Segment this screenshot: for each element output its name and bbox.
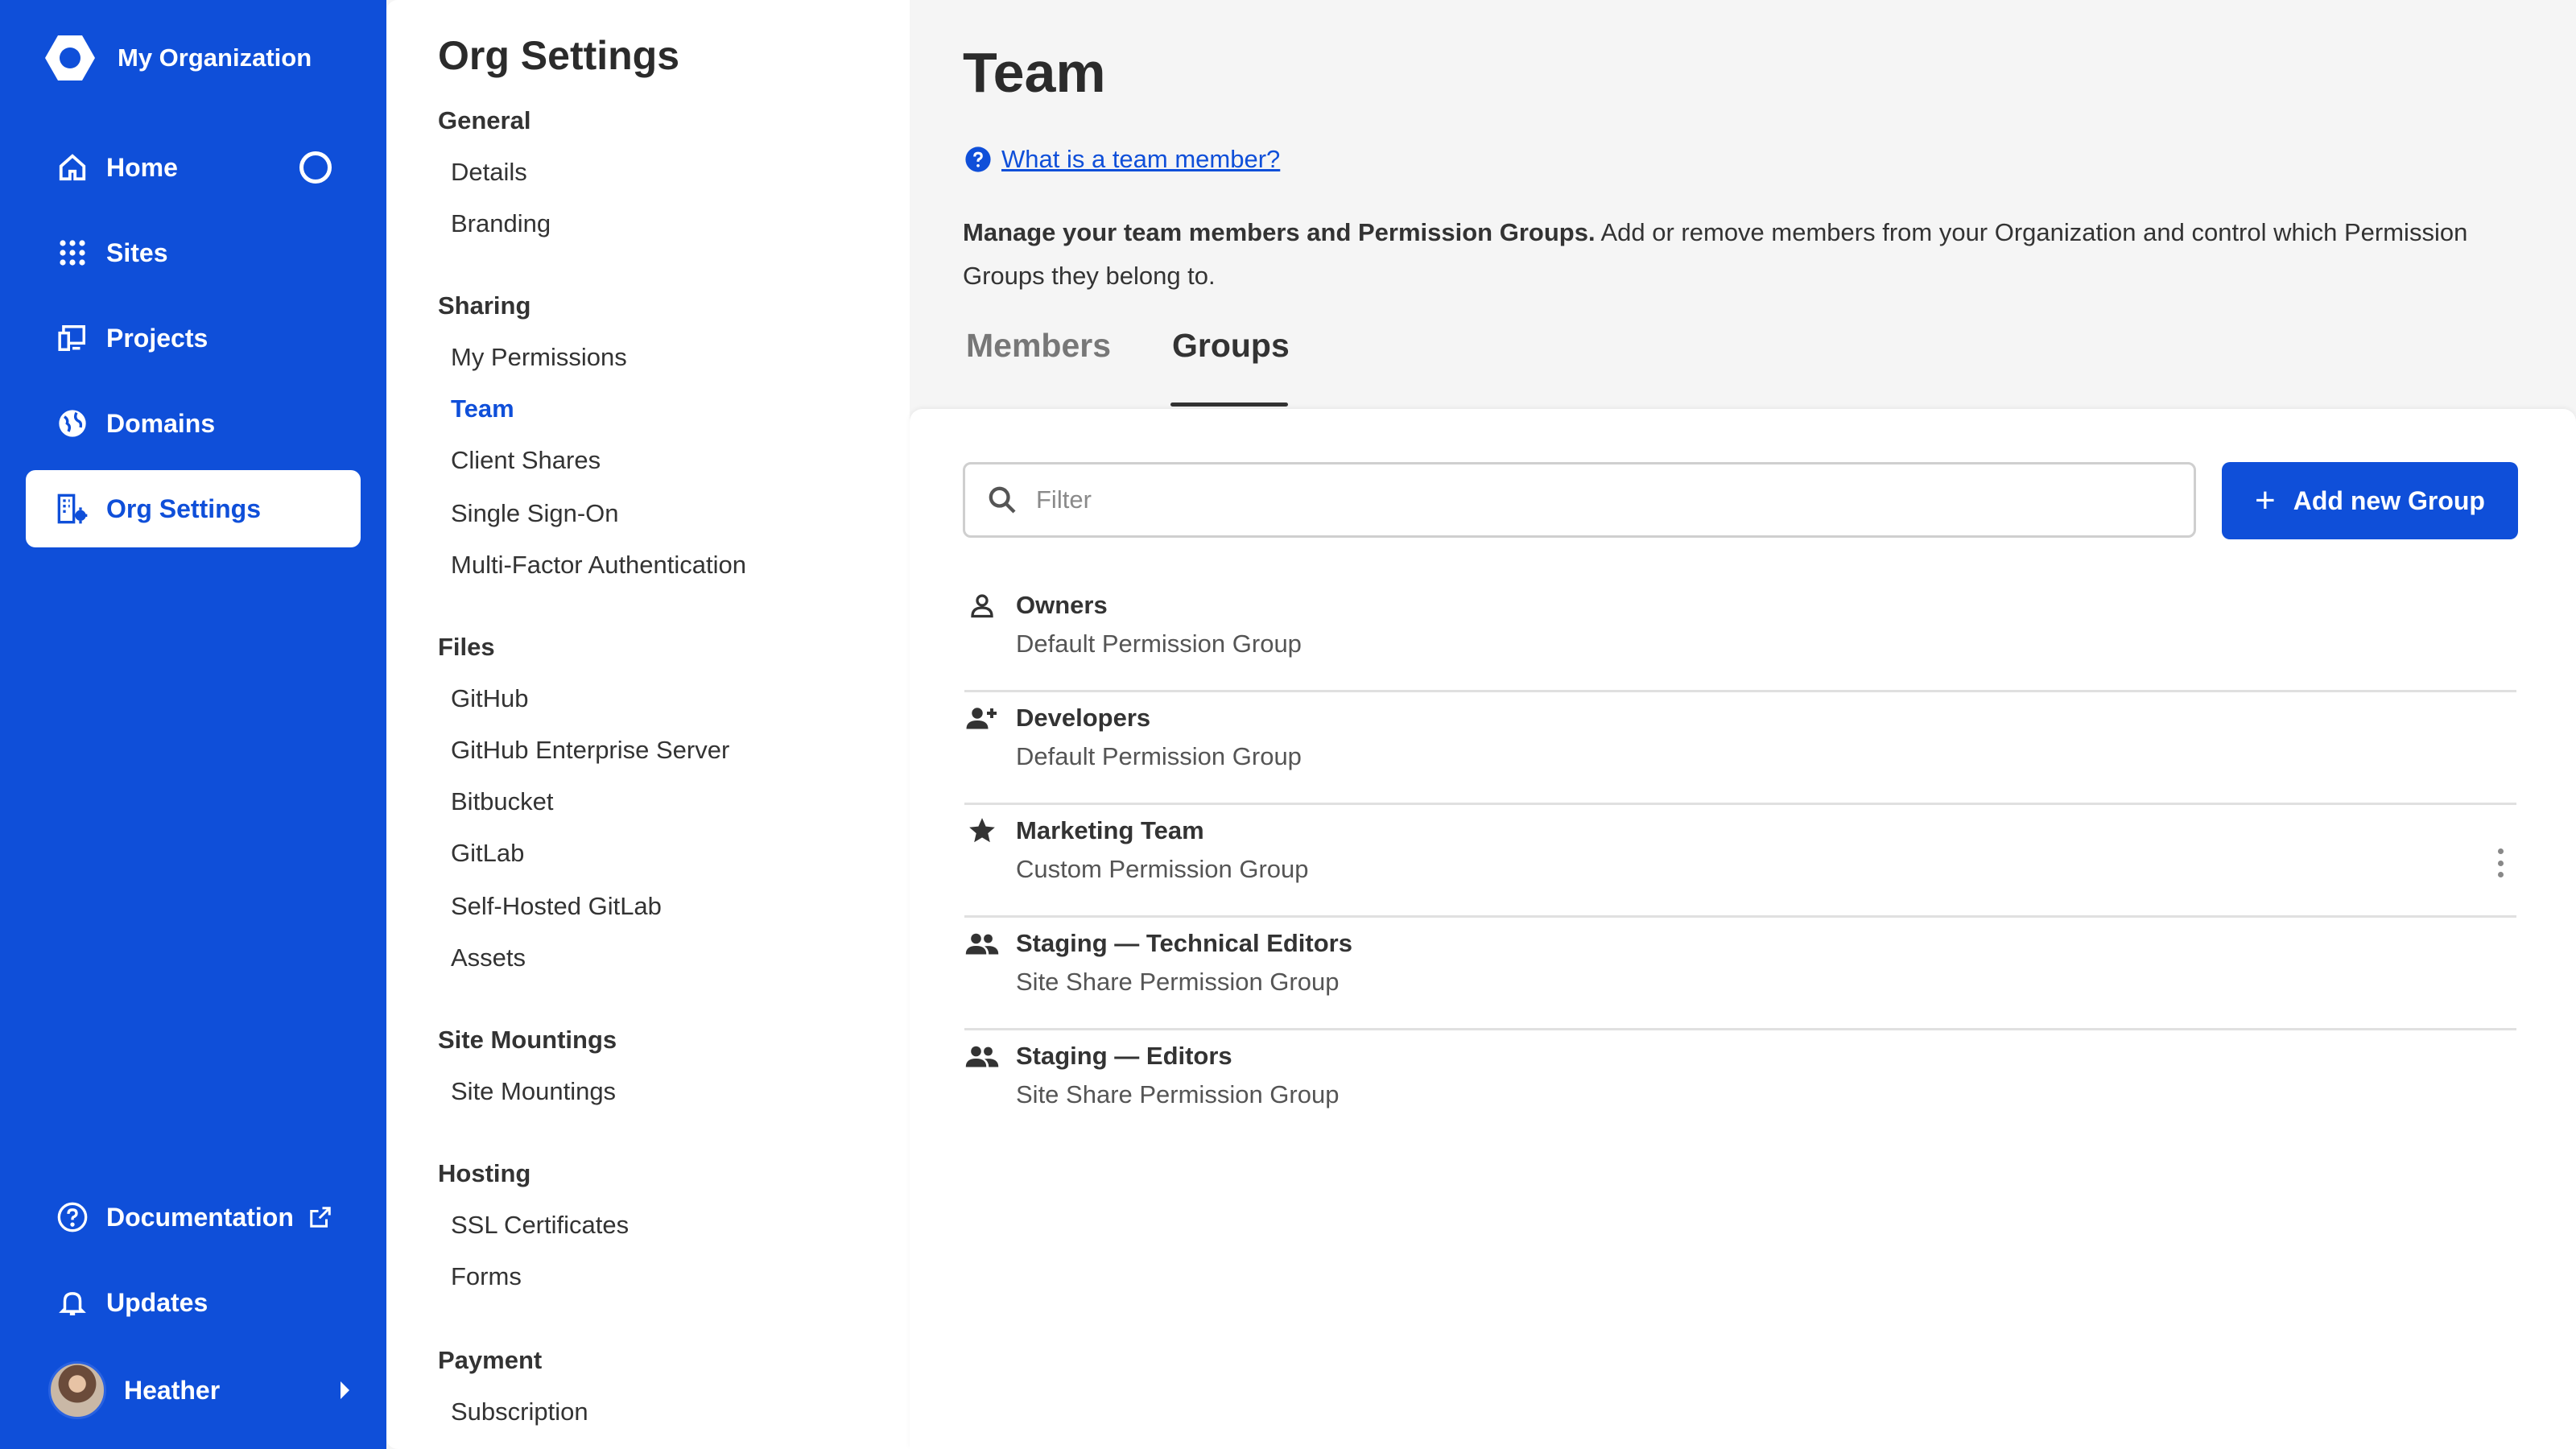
group-row-staging-technical-editors[interactable]: Staging — Technical Editors Site Share P… (964, 918, 2516, 1030)
group-row-developers[interactable]: Developers Default Permission Group (964, 692, 2516, 805)
settings-link-client-shares[interactable]: Client Shares (451, 446, 601, 475)
org-settings-icon (55, 491, 90, 526)
group-name: Staging — Editors (1016, 1042, 1232, 1070)
people-icon (964, 1038, 1000, 1074)
page-title: Team (963, 41, 1106, 104)
settings-link-sso[interactable]: Single Sign-On (451, 499, 619, 528)
nav-projects-label: Projects (106, 323, 208, 353)
settings-link-subscription[interactable]: Subscription (451, 1397, 588, 1426)
settings-link-branding[interactable]: Branding (451, 209, 551, 238)
nav-updates-label: Updates (106, 1287, 208, 1317)
section-sharing: Sharing (438, 291, 531, 320)
settings-link-github-enterprise[interactable]: GitHub Enterprise Server (451, 736, 729, 765)
settings-link-forms[interactable]: Forms (451, 1262, 522, 1291)
group-type: Default Permission Group (1016, 742, 1302, 770)
more-options-icon[interactable] (2496, 848, 2505, 877)
settings-link-team[interactable]: Team (451, 394, 514, 423)
nav-org-settings-label: Org Settings (106, 493, 262, 523)
status-indicator-icon (299, 151, 332, 184)
group-name: Developers (1016, 704, 1151, 732)
org-logo-icon (45, 35, 95, 80)
nav-updates[interactable]: Updates (26, 1264, 361, 1341)
avatar (48, 1361, 106, 1419)
question-icon (965, 147, 991, 172)
user-name: Heather (124, 1375, 221, 1405)
active-tab-indicator (1170, 402, 1288, 407)
home-icon (55, 150, 90, 185)
org-name: My Organization (118, 43, 312, 72)
person-icon (964, 588, 1000, 623)
tab-members[interactable]: Members (966, 327, 1111, 365)
projects-icon (55, 320, 90, 356)
add-new-group-button[interactable]: + Add new Group (2222, 462, 2518, 539)
help-circle-icon (55, 1199, 90, 1235)
section-payment: Payment (438, 1346, 543, 1374)
settings-link-github[interactable]: GitHub (451, 684, 528, 713)
settings-title: Org Settings (438, 33, 680, 78)
group-name: Owners (1016, 591, 1108, 619)
caret-right-icon (341, 1381, 349, 1399)
group-list: Owners Default Permission Group Develope… (964, 580, 2516, 1143)
nav-org-settings[interactable]: Org Settings (26, 470, 361, 547)
person-add-icon (964, 700, 1000, 736)
group-type: Custom Permission Group (1016, 855, 1309, 883)
group-type: Site Share Permission Group (1016, 968, 1340, 996)
nav-sites[interactable]: Sites (26, 214, 361, 291)
nav-domains[interactable]: Domains (26, 385, 361, 462)
group-type: Default Permission Group (1016, 630, 1302, 658)
tab-groups[interactable]: Groups (1172, 327, 1290, 365)
settings-link-self-hosted-gitlab[interactable]: Self-Hosted GitLab (451, 892, 662, 921)
grid-icon (55, 235, 90, 270)
settings-link-my-permissions[interactable]: My Permissions (451, 343, 627, 372)
page-description: Manage your team members and Permission … (963, 211, 2516, 298)
group-row-marketing-team[interactable]: Marketing Team Custom Permission Group (964, 805, 2516, 918)
search-icon (989, 486, 1016, 514)
settings-sidebar: Org Settings General Details Branding Sh… (386, 0, 910, 1449)
nav-home-label: Home (106, 152, 178, 182)
group-name: Marketing Team (1016, 816, 1204, 844)
plus-icon: + (2255, 481, 2276, 520)
add-new-group-label: Add new Group (2293, 485, 2485, 515)
org-switcher[interactable]: My Organization (42, 32, 312, 84)
section-hosting: Hosting (438, 1159, 531, 1187)
user-menu[interactable]: Heather (48, 1360, 354, 1420)
groups-panel: + Add new Group Owners Default Permissio… (910, 409, 2576, 1449)
nav-projects[interactable]: Projects (26, 299, 361, 377)
help-link-row: What is a team member? (964, 145, 1280, 174)
settings-link-mfa[interactable]: Multi-Factor Authentication (451, 551, 746, 580)
nav-domains-label: Domains (106, 408, 216, 438)
group-name: Staging — Technical Editors (1016, 929, 1352, 957)
bell-icon (55, 1285, 90, 1320)
filter-input[interactable] (1036, 485, 2147, 514)
nav-sites-label: Sites (106, 237, 168, 267)
section-files: Files (438, 633, 495, 661)
what-is-team-member-link[interactable]: What is a team member? (1001, 145, 1280, 174)
settings-link-gitlab[interactable]: GitLab (451, 839, 524, 868)
section-general: General (438, 106, 531, 134)
group-type: Site Share Permission Group (1016, 1080, 1340, 1108)
section-site-mountings: Site Mountings (438, 1026, 617, 1054)
group-row-staging-editors[interactable]: Staging — Editors Site Share Permission … (964, 1030, 2516, 1143)
nav-documentation-label: Documentation (106, 1202, 294, 1232)
settings-link-bitbucket[interactable]: Bitbucket (451, 787, 554, 816)
globe-icon (55, 406, 90, 441)
settings-link-ssl[interactable]: SSL Certificates (451, 1211, 629, 1240)
filter-field[interactable] (963, 462, 2196, 538)
star-icon (964, 813, 1000, 848)
external-link-icon (308, 1205, 332, 1229)
settings-link-assets[interactable]: Assets (451, 943, 526, 972)
nav-documentation[interactable]: Documentation (26, 1179, 361, 1256)
primary-sidebar: My Organization Home Sites Projects Doma… (0, 0, 386, 1449)
settings-link-site-mountings[interactable]: Site Mountings (451, 1077, 616, 1106)
settings-link-details[interactable]: Details (451, 158, 527, 187)
group-row-owners[interactable]: Owners Default Permission Group (964, 580, 2516, 692)
people-icon (964, 926, 1000, 961)
description-bold: Manage your team members and Permission … (963, 218, 1596, 246)
